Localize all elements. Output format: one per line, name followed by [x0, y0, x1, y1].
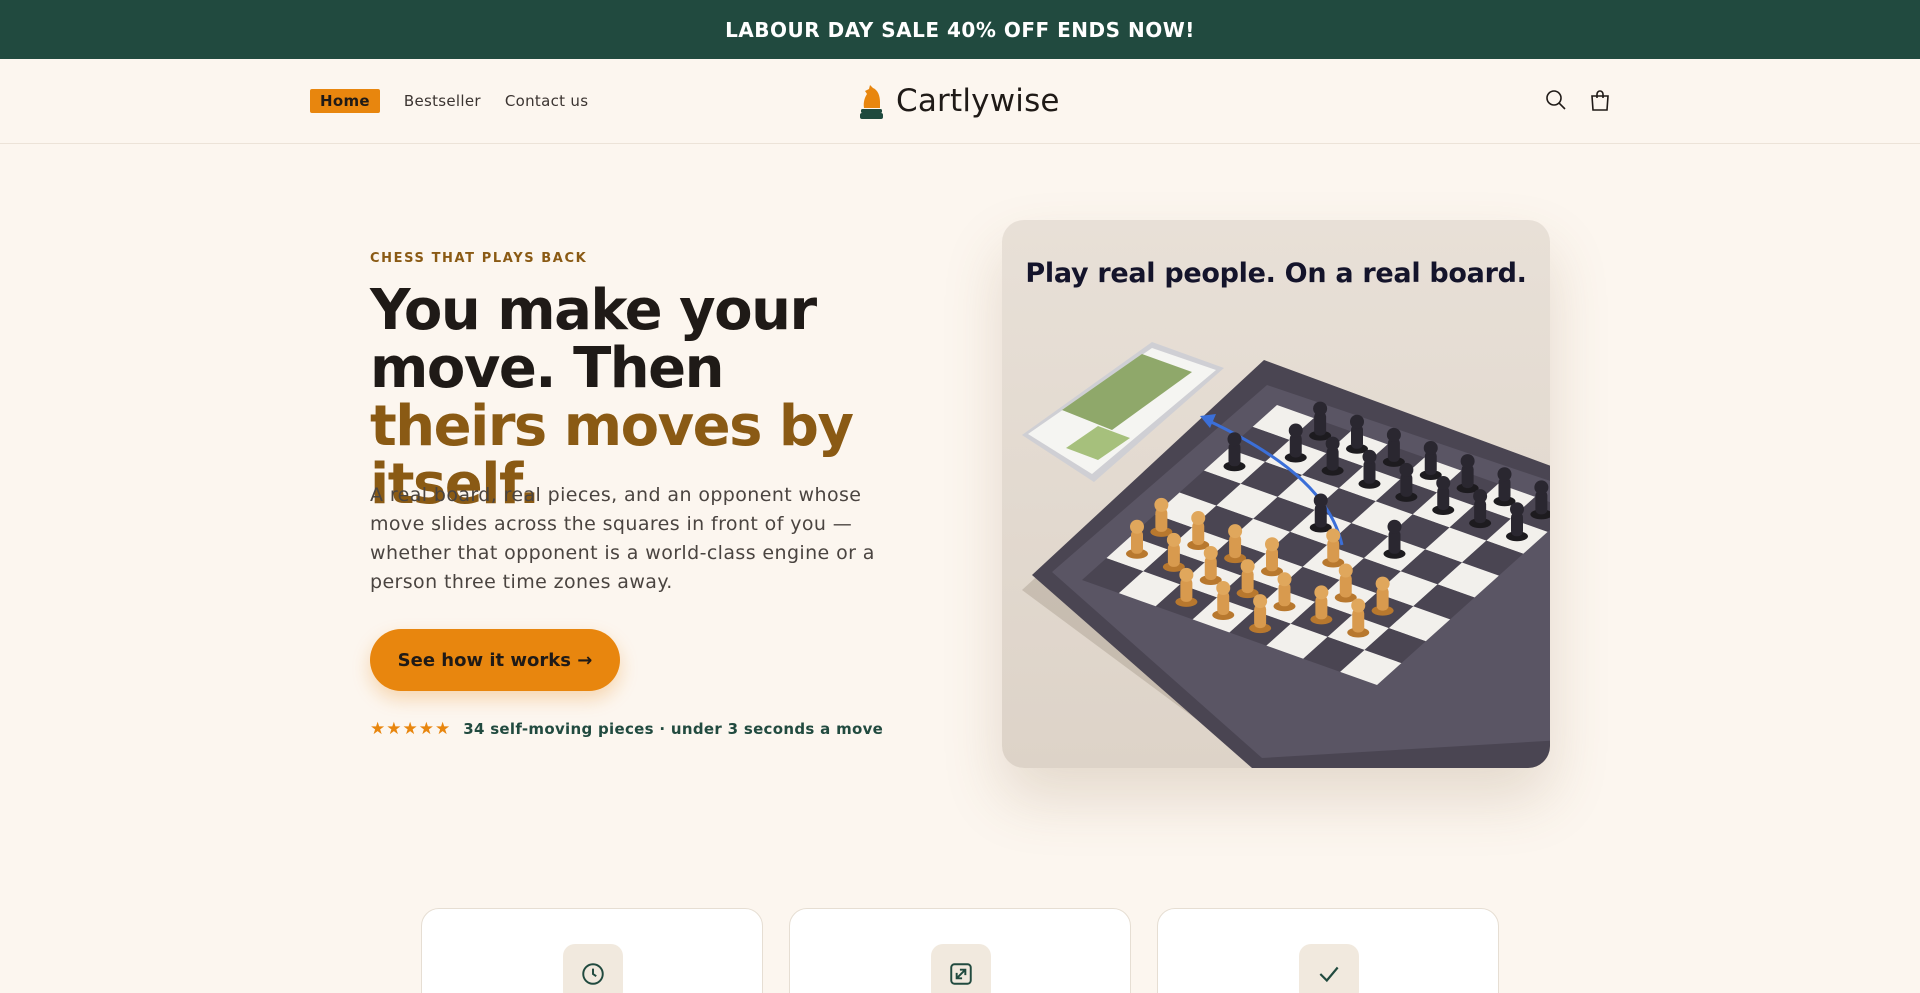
nav-bestseller-link[interactable]: Bestseller — [404, 92, 481, 110]
brand-name: Cartlywise — [896, 83, 1060, 119]
feature-icon-wrap — [1299, 944, 1359, 993]
hero-eyebrow: CHESS THAT PLAYS BACK — [370, 251, 588, 266]
search-icon[interactable] — [1544, 88, 1568, 112]
hero-rating: ★★★★★ 34 self-moving pieces · under 3 se… — [370, 719, 883, 739]
chess-knight-logo-icon — [860, 85, 883, 119]
announcement-text: LABOUR DAY SALE 40% OFF ENDS NOW! — [725, 17, 1195, 42]
expand-icon — [950, 963, 972, 985]
chessboard-illustration — [1022, 342, 1550, 768]
cart-icon[interactable] — [1588, 88, 1612, 112]
feature-card-2 — [789, 908, 1131, 993]
image-card-title: Play real people. On a real board. — [1025, 258, 1527, 289]
hero-image-card: Play real people. On a real board. — [1002, 220, 1550, 768]
hero-description: A real board, real pieces, and an oppone… — [370, 484, 875, 593]
see-how-it-works-button[interactable]: See how it works → — [370, 629, 620, 691]
feature-card-3 — [1157, 908, 1499, 993]
rating-stars: ★★★★★ — [370, 719, 452, 739]
nav-home-link[interactable]: Home — [310, 89, 380, 113]
feature-card-1 — [421, 908, 763, 993]
hero-headline: You make your move. Then theirs moves by… — [370, 282, 910, 514]
check-icon — [1319, 966, 1339, 983]
feature-icon-wrap — [563, 944, 623, 993]
headline-main: You make your move. Then — [370, 278, 817, 401]
brand-logo[interactable]: Cartlywise — [858, 82, 1060, 120]
feature-icon-wrap — [931, 944, 991, 993]
nav-contact-link[interactable]: Contact us — [505, 92, 588, 110]
main-nav: Home Bestseller Contact us — [310, 89, 612, 113]
header-actions — [1544, 88, 1632, 112]
site-header: Home Bestseller Contact us Cartlywise — [0, 59, 1920, 144]
announcement-bar: LABOUR DAY SALE 40% OFF ENDS NOW! — [0, 0, 1920, 59]
rating-text: 34 self-moving pieces · under 3 seconds … — [463, 720, 884, 738]
clock-icon — [582, 963, 604, 985]
